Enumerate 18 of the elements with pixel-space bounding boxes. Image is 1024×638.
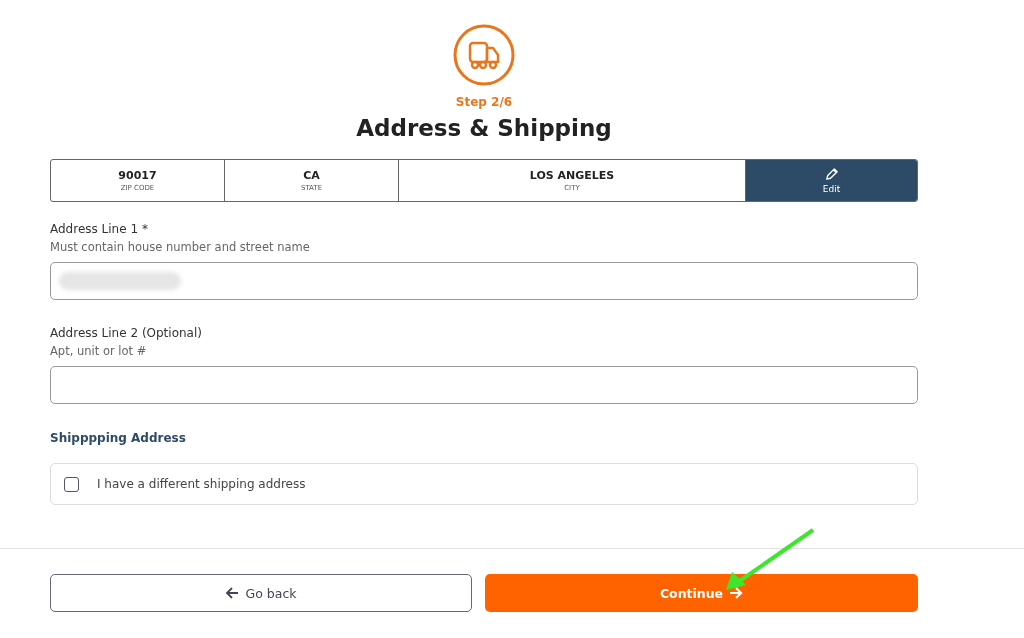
input-field[interactable] (50, 366, 918, 404)
arrow-right-icon (729, 586, 744, 600)
pencil-icon (824, 167, 839, 182)
input-field[interactable] (50, 262, 918, 300)
checkbox[interactable] (64, 476, 79, 492)
field-hint: Apt, unit or lot # (50, 344, 148, 358)
page-title: Address & Shipping (356, 115, 612, 141)
arrow-left-icon (225, 586, 240, 600)
field-label: Address Line 1 * (50, 222, 149, 236)
edit-button[interactable]: Edit (746, 160, 917, 201)
checkbox-label: I have a different shipping address (97, 477, 306, 491)
field-label: Address Line 2 (Optional) (50, 326, 203, 340)
truck-icon (452, 23, 516, 87)
back-button[interactable]: Go back (50, 574, 472, 612)
step-indicator: Step 2/6 (455, 95, 513, 109)
section-heading: Shipppping Address (50, 431, 187, 445)
field-hint: Must contain house number and street name (50, 240, 311, 254)
option-card[interactable]: I have a different shipping address (50, 463, 918, 505)
